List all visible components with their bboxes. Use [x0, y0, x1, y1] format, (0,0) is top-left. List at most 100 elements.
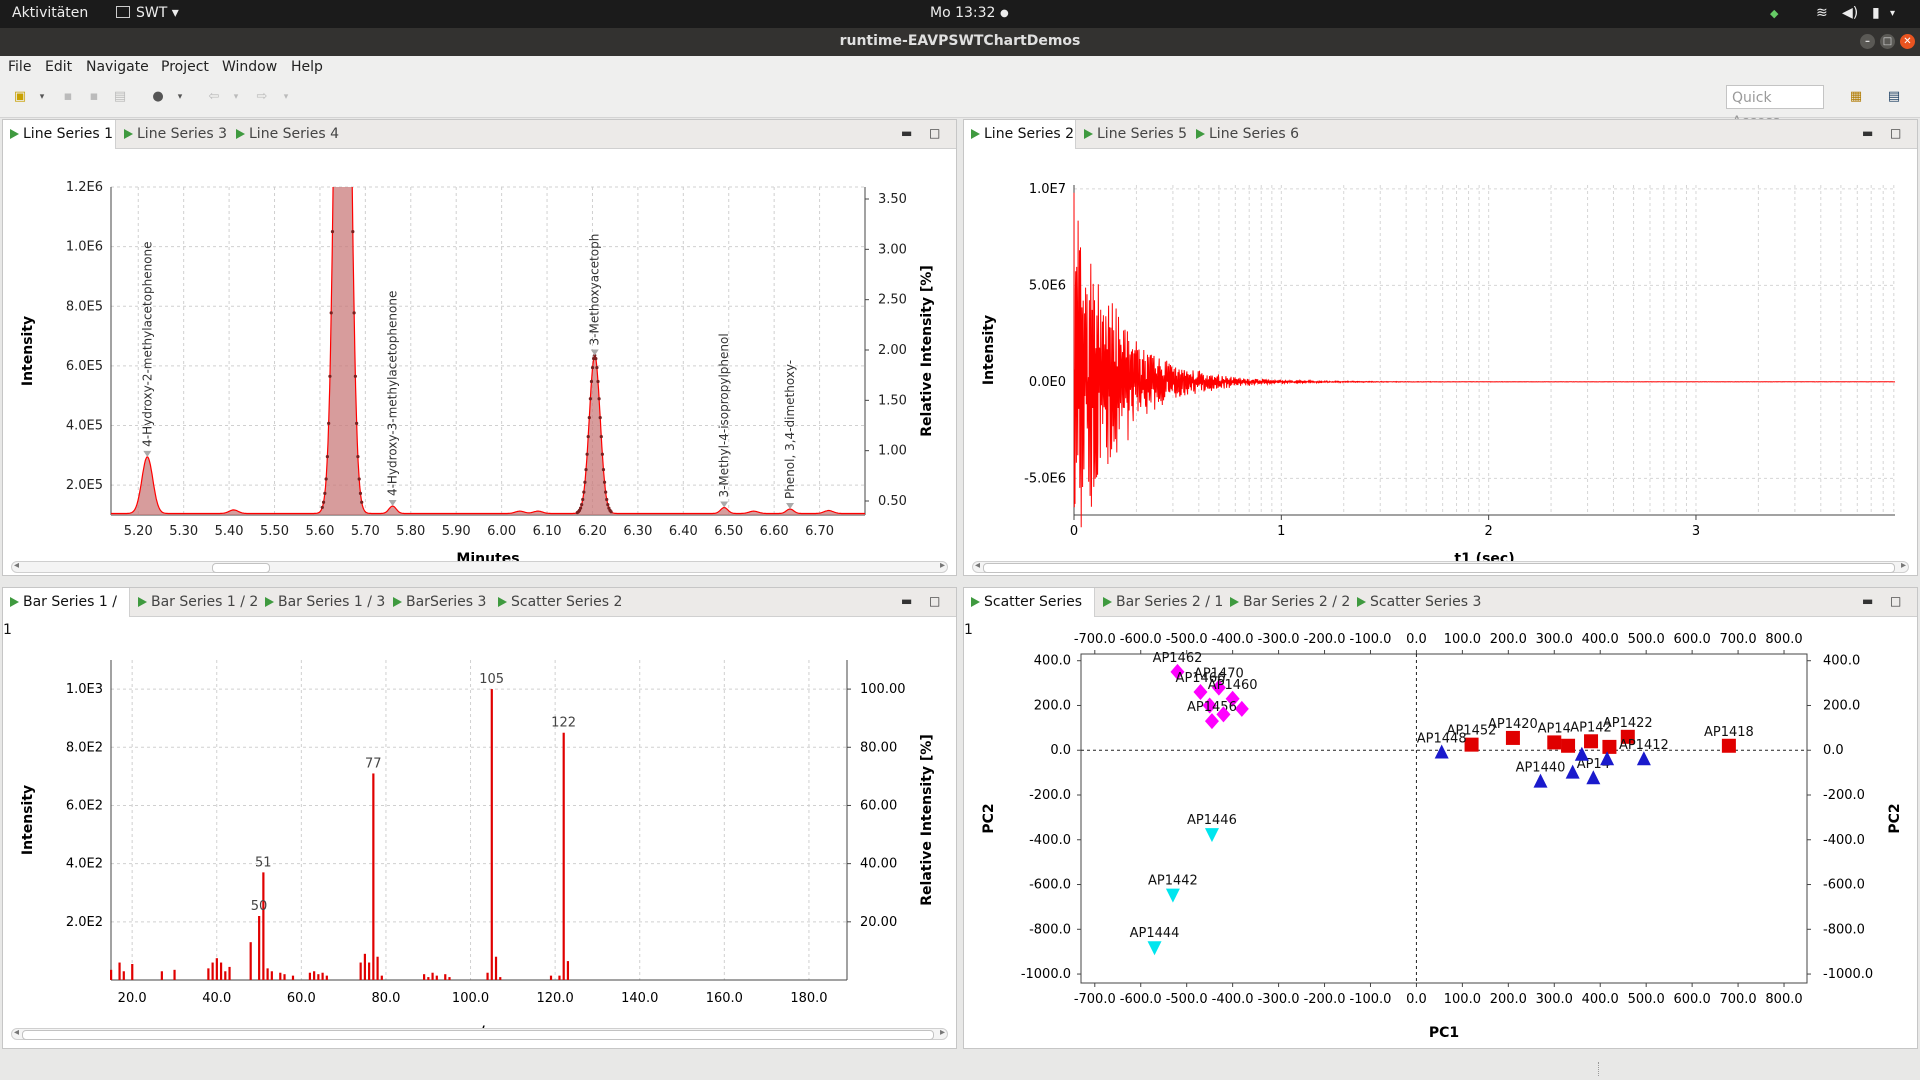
new-icon[interactable]: ▣	[12, 89, 28, 105]
forward-dropdown-icon[interactable]: ▾	[278, 89, 294, 105]
bar	[249, 942, 252, 980]
menu-project[interactable]: Project	[161, 59, 209, 75]
peak-point	[580, 503, 584, 507]
x-tick-label-top: 400.0	[1582, 632, 1619, 647]
x-tick-label: 6.60	[760, 524, 789, 539]
close-button[interactable]: ✕	[1900, 34, 1915, 49]
bar-label: 51	[255, 855, 272, 870]
wifi-icon[interactable]: ≋	[1816, 5, 1828, 21]
minimize-view-icon[interactable]: ▬	[901, 594, 912, 608]
scatter-point-square	[1602, 739, 1617, 754]
scatter-point-square	[1464, 737, 1479, 752]
x-tick-label-bottom: -300.0	[1258, 992, 1300, 1007]
tab-bar-series-1-1[interactable]: Bar Series 1 / 1	[3, 588, 130, 638]
y-axis-title: Intensity	[20, 785, 36, 855]
chart-bar-series-1-1[interactable]: 20.0 40.0 60.0 80.0 100.0 120.0 140.0 160.0 180.…	[3, 616, 956, 1036]
tab-line-series-2[interactable]: Line Series 2	[964, 120, 1076, 149]
app-menu-label: SWT	[136, 5, 168, 21]
new-dropdown-icon[interactable]: ▾	[34, 89, 50, 105]
menu-help[interactable]: Help	[291, 59, 323, 75]
clock[interactable]: Mo 13:32	[930, 5, 995, 21]
scroll-thumb[interactable]	[212, 563, 270, 573]
horizontal-scrollbar[interactable]: ◂ ▸	[972, 560, 1909, 573]
y-tick-label: 4.0E2	[66, 857, 103, 872]
tab-bar-series-1-2[interactable]: Bar Series 1 / 2	[131, 588, 258, 616]
maximize-button[interactable]: □	[1880, 34, 1895, 49]
peak-point	[586, 434, 590, 439]
y-tick-label: 1.2E6	[66, 180, 103, 195]
bar	[215, 958, 218, 980]
scroll-left-icon[interactable]: ◂	[14, 1027, 19, 1038]
menu-file[interactable]: File	[8, 59, 31, 75]
x-tick-label: 120.0	[537, 991, 574, 1006]
scroll-right-icon[interactable]: ▸	[940, 560, 945, 571]
tab-scatter-series-2[interactable]: Scatter Series 2	[491, 588, 622, 616]
java-perspective-icon[interactable]: ▤	[1886, 89, 1902, 105]
peak-point	[606, 503, 610, 507]
scroll-left-icon[interactable]: ◂	[14, 560, 19, 571]
scroll-thumb[interactable]	[983, 563, 1895, 573]
scroll-thumb[interactable]	[22, 1030, 934, 1040]
system-menu-caret-icon[interactable]: ▾	[1890, 8, 1895, 19]
forward-icon[interactable]: ⇨	[254, 89, 270, 105]
scatter-point-triangle-down	[1147, 941, 1162, 956]
y-tick-label-right: -1000.0	[1823, 967, 1873, 982]
horizontal-scrollbar[interactable]: ◂ ▸	[11, 1027, 948, 1040]
back-dropdown-icon[interactable]: ▾	[228, 89, 244, 105]
quick-access-input[interactable]: Quick Access	[1726, 85, 1824, 130]
bar	[558, 975, 561, 980]
back-icon[interactable]: ⇦	[206, 89, 222, 105]
run-icon[interactable]: ●	[150, 89, 166, 105]
tab-bar-series-2-2[interactable]: Bar Series 2 / 2	[1223, 588, 1350, 616]
bar	[325, 975, 328, 980]
chart-line-series-2[interactable]: 1.0E75.0E60.0E0-5.0E60 1 2 3t1 (sec)Intensi…	[964, 148, 1917, 563]
tab-line-series-5[interactable]: Line Series 5	[1077, 120, 1187, 148]
update-icon[interactable]: ◆	[1770, 7, 1778, 20]
x-tick-label-bottom: -700.0	[1074, 992, 1116, 1007]
minimize-view-icon[interactable]: ▬	[901, 126, 912, 140]
scroll-right-icon[interactable]: ▸	[940, 1027, 945, 1038]
maximize-view-icon[interactable]: □	[1890, 126, 1901, 140]
minimize-view-icon[interactable]: ▬	[1862, 594, 1873, 608]
chart-line-series-1[interactable]: 5.20 5.30 5.40 5.50 5.60 5.70 5.80 5.90 6.00 6.10…	[3, 148, 956, 563]
app-menu[interactable]: SWT ▾	[116, 5, 179, 21]
maximize-view-icon[interactable]: □	[1890, 594, 1901, 608]
activities-button[interactable]: Aktivitäten	[12, 5, 88, 21]
tab-line-series-6[interactable]: Line Series 6	[1189, 120, 1299, 148]
open-perspective-icon[interactable]: ▦	[1848, 89, 1864, 105]
tab-scatter-series-1[interactable]: Scatter Series 1	[964, 588, 1095, 638]
menu-navigate[interactable]: Navigate	[86, 59, 149, 75]
peak-point	[330, 230, 335, 234]
battery-icon[interactable]: ▮	[1872, 5, 1880, 21]
tab-barseries-3[interactable]: BarSeries 3	[386, 588, 486, 616]
menu-window[interactable]: Window	[222, 59, 277, 75]
chart-scatter-series-1[interactable]: -700.0 -700.0 -600.0 -600.0 -500.0 -500.0 -400…	[964, 616, 1917, 1048]
maximize-view-icon[interactable]: □	[929, 594, 940, 608]
tab-line-series-1[interactable]: Line Series 1	[3, 120, 116, 149]
scroll-right-icon[interactable]: ▸	[1901, 560, 1906, 571]
scroll-left-icon[interactable]: ◂	[975, 560, 980, 571]
save-icon[interactable]: ▪	[60, 89, 76, 105]
tab-bar-series-2-1[interactable]: Bar Series 2 / 1	[1096, 588, 1223, 616]
tab-bar-series-1-3[interactable]: Bar Series 1 / 3	[258, 588, 385, 616]
line-series-1-signal	[111, 187, 865, 515]
minimize-view-icon[interactable]: ▬	[1862, 126, 1873, 140]
run-dropdown-icon[interactable]: ▾	[172, 89, 188, 105]
tab-line-series-4[interactable]: Line Series 4	[229, 120, 339, 148]
horizontal-scrollbar[interactable]: ◂ ▸	[11, 560, 948, 573]
tab-scatter-series-3[interactable]: Scatter Series 3	[1350, 588, 1481, 616]
peak-point	[583, 480, 587, 484]
maximize-view-icon[interactable]: □	[929, 126, 940, 140]
save-all-icon[interactable]: ▪	[86, 89, 102, 105]
bar	[173, 969, 176, 980]
print-icon[interactable]: ▤	[112, 89, 128, 105]
main-toolbar: ▣ ▾ ▪ ▪ ▤ ● ▾ ⇦ ▾ ⇨ ▾ ▦ ▤	[0, 79, 1920, 118]
volume-icon[interactable]: ◀)	[1842, 5, 1858, 21]
x-tick-label: 5.50	[260, 524, 289, 539]
bar	[266, 968, 269, 980]
menu-edit[interactable]: Edit	[45, 59, 72, 75]
x-tick-label: 2	[1485, 524, 1493, 539]
minimize-button[interactable]: –	[1860, 34, 1875, 49]
bar	[291, 975, 295, 980]
tab-line-series-3[interactable]: Line Series 3	[117, 120, 227, 148]
